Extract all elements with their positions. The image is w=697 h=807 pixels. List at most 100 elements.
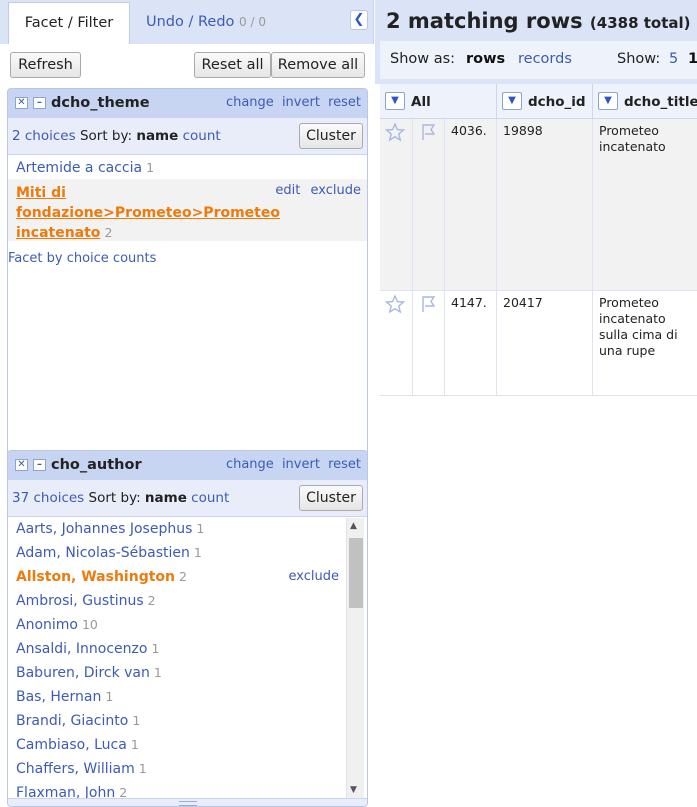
- column-header-dcho-title: ▼ dcho_title: [593, 84, 697, 119]
- total-rows-count: (4388 total): [589, 14, 691, 32]
- scroll-down-icon[interactable]: ▼: [350, 785, 357, 795]
- minimize-icon[interactable]: –: [33, 459, 46, 471]
- flag-icon[interactable]: [418, 122, 438, 142]
- row-summary: 2 matching rows (4388 total): [386, 9, 691, 33]
- choice-edit-link[interactable]: edit: [275, 183, 300, 198]
- close-icon[interactable]: ✕: [15, 97, 28, 109]
- choice-label: Cambiaso, Luca: [16, 737, 127, 753]
- cell-value: 20417: [503, 295, 543, 310]
- scroll-up-icon[interactable]: ▲: [350, 521, 357, 531]
- flag-cell: [413, 291, 445, 395]
- sort-count-option[interactable]: count: [191, 490, 229, 506]
- dcho-id-cell[interactable]: 20417: [497, 291, 593, 395]
- facet-choice-selected[interactable]: Allston, Washington 2: [16, 569, 187, 585]
- dcho-title-cell[interactable]: Prometeo incatenato sulla cima di una ru…: [593, 291, 697, 395]
- star-icon[interactable]: [385, 122, 405, 142]
- empty-grid-area: [380, 396, 697, 807]
- choice-count: 1: [132, 713, 141, 728]
- facet-choice[interactable]: Adam, Nicolas-Sébastien 1: [16, 545, 202, 561]
- remove-all-button[interactable]: Remove all: [271, 52, 365, 78]
- facet-change-link[interactable]: change: [226, 95, 274, 110]
- resize-handle[interactable]: [8, 798, 367, 806]
- facet-reset-link[interactable]: reset: [328, 457, 361, 472]
- facet-choice[interactable]: Ansaldi, Innocenzo 1: [16, 641, 159, 657]
- choice-exclude-link[interactable]: exclude: [289, 569, 339, 584]
- star-cell: [380, 119, 413, 290]
- star-cell: [380, 291, 413, 395]
- facet-invert-link[interactable]: invert: [282, 95, 320, 110]
- cluster-button[interactable]: Cluster: [299, 123, 363, 149]
- choices-count[interactable]: 37 choices: [12, 490, 84, 506]
- show-as-label: Show as:: [390, 51, 456, 67]
- chevron-left-icon: ❮: [353, 12, 365, 27]
- facet-choice[interactable]: Flaxman, John 2: [16, 785, 127, 798]
- data-grid: ▼ All ▼ dcho_id ▼ dcho_title 4036. 19898…: [380, 84, 697, 396]
- minimize-icon[interactable]: –: [33, 97, 46, 109]
- choice-count: 2: [104, 225, 113, 240]
- facet-reset-link[interactable]: reset: [328, 95, 361, 110]
- choice-label: Adam, Nicolas-Sébastien: [16, 545, 190, 561]
- cluster-button[interactable]: Cluster: [299, 485, 363, 511]
- facet-controls: 37 choices Sort by: name count Cluster: [8, 480, 367, 517]
- flag-icon[interactable]: [418, 294, 438, 314]
- choice-count: 1: [196, 521, 205, 536]
- column-menu-button[interactable]: ▼: [502, 92, 522, 110]
- dcho-id-cell[interactable]: 19898: [497, 119, 593, 290]
- scrollbar-thumb[interactable]: [349, 538, 363, 608]
- facet-choice[interactable]: Baburen, Dirck van 1: [16, 665, 162, 681]
- page-size-5[interactable]: 5: [669, 51, 678, 67]
- tab-undo-redo[interactable]: Undo / Redo 0 / 0: [132, 2, 280, 44]
- column-menu-button[interactable]: ▼: [598, 92, 618, 110]
- column-header-label: All: [411, 94, 431, 110]
- facet-by-choice-counts-link[interactable]: Facet by choice counts: [8, 251, 156, 266]
- view-rows-option[interactable]: rows: [466, 51, 505, 67]
- sort-name-option: name: [144, 490, 187, 506]
- choice-list-scrollbar[interactable]: ▲ ▼: [346, 518, 364, 798]
- refresh-button[interactable]: Refresh: [10, 52, 81, 78]
- show-label: Show:: [617, 51, 661, 67]
- choice-count: 1: [138, 761, 147, 776]
- choice-count: 1: [151, 641, 160, 656]
- collapse-panel-button[interactable]: ❮: [350, 10, 368, 30]
- facet-info: 2 choices Sort by: name count: [12, 128, 221, 144]
- choice-count: 2: [147, 593, 156, 608]
- choice-exclude-link[interactable]: exclude: [311, 183, 361, 198]
- column-menu-button[interactable]: ▼: [385, 92, 405, 110]
- tab-undo-redo-label: Undo / Redo: [146, 14, 235, 30]
- sort-count-option[interactable]: count: [183, 128, 221, 144]
- column-header-dcho-id: ▼ dcho_id: [497, 84, 593, 119]
- results-panel: 2 matching rows (4388 total) Show as: ro…: [375, 0, 697, 807]
- page-size-10[interactable]: 10: [688, 51, 697, 67]
- matching-rows-count: 2 matching rows: [386, 9, 583, 33]
- close-icon[interactable]: ✕: [15, 459, 28, 471]
- choice-count: 2: [119, 785, 128, 798]
- choice-label: Bas, Hernan: [16, 689, 102, 705]
- results-header: 2 matching rows (4388 total) Show as: ro…: [375, 0, 697, 84]
- view-records-option[interactable]: records: [518, 51, 572, 67]
- facet-change-link[interactable]: change: [226, 457, 274, 472]
- star-icon[interactable]: [385, 294, 405, 314]
- choice-label-line: incatenato: [16, 225, 101, 241]
- dropdown-triangle-icon: ▼: [508, 95, 516, 106]
- facet-choice[interactable]: Ambrosi, Gustinus 2: [16, 593, 156, 609]
- facet-choice[interactable]: Artemide a caccia 1: [16, 160, 154, 176]
- choice-label: Aarts, Johannes Josephus: [16, 521, 193, 537]
- facet-choice[interactable]: Bas, Hernan 1: [16, 689, 113, 705]
- facet-choice[interactable]: Aarts, Johannes Josephus 1: [16, 521, 204, 537]
- choices-count[interactable]: 2 choices: [12, 128, 76, 144]
- facet-header: ✕ – cho_author change invert reset: [8, 451, 367, 480]
- dropdown-triangle-icon: ▼: [391, 95, 399, 106]
- sort-by-label: Sort by:: [79, 128, 133, 144]
- dcho-title-cell[interactable]: Prometeo incatenato: [593, 119, 697, 290]
- facet-choice[interactable]: Chaffers, William 1: [16, 761, 147, 777]
- facet-choice[interactable]: Brandi, Giacinto 1: [16, 713, 140, 729]
- choice-label: Baburen, Dirck van: [16, 665, 150, 681]
- choice-label: Brandi, Giacinto: [16, 713, 129, 729]
- reset-all-button[interactable]: Reset all: [194, 52, 271, 78]
- facet-choice[interactable]: Anonimo 10: [16, 617, 98, 633]
- facet-dcho-theme: ✕ – dcho_theme change invert reset 2 cho…: [7, 88, 368, 485]
- facet-choice-selected[interactable]: Miti di fondazione>Prometeo>Prometeo inc…: [16, 183, 280, 243]
- tab-facet-filter[interactable]: Facet / Filter: [8, 2, 130, 44]
- facet-choice[interactable]: Cambiaso, Luca 1: [16, 737, 139, 753]
- facet-invert-link[interactable]: invert: [282, 457, 320, 472]
